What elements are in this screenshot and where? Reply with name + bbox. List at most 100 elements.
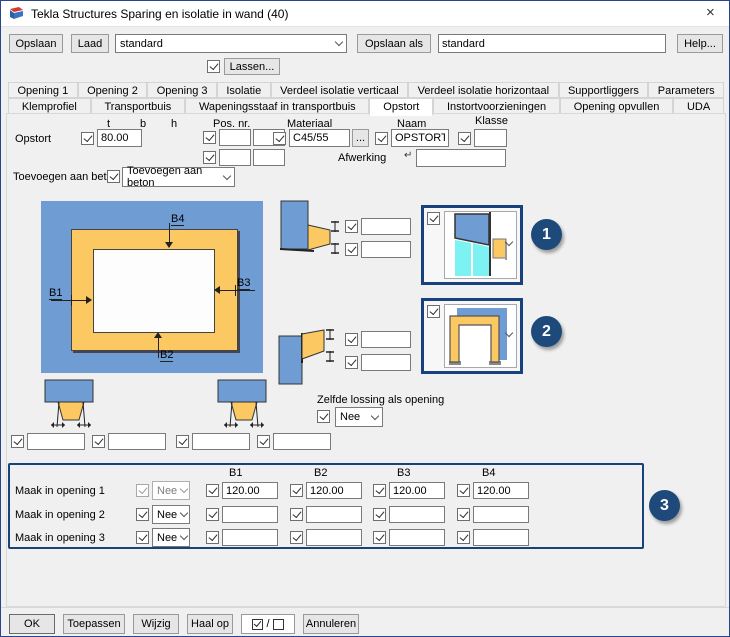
row3-b4-input[interactable] (473, 529, 529, 546)
lossing-type-top-dropdown[interactable] (421, 205, 523, 285)
bottom-g2-input-2[interactable] (273, 433, 331, 450)
opslaan-als-input[interactable] (438, 34, 666, 53)
row2-b4-input[interactable] (473, 506, 529, 523)
afwerking-input[interactable] (416, 149, 506, 167)
row3-b4-checkbox[interactable] (457, 531, 470, 544)
bottom-g1-input-2[interactable] (108, 433, 166, 450)
row1-b4-checkbox[interactable] (457, 484, 470, 497)
help-button[interactable]: Help... (677, 34, 723, 53)
row1-enable-checkbox[interactable] (136, 484, 149, 497)
lossing-top-input-1[interactable] (361, 218, 411, 235)
bottom-g1-checkbox-2[interactable] (92, 435, 105, 448)
bottom-g2-checkbox-2[interactable] (257, 435, 270, 448)
bottom-g1-checkbox-1[interactable] (11, 435, 24, 448)
tab-opstort[interactable]: Opstort (369, 98, 434, 116)
row3-b3-checkbox[interactable] (373, 531, 386, 544)
bottom-g2-checkbox-1[interactable] (176, 435, 189, 448)
toevoegen-checkbox[interactable] (107, 170, 120, 183)
row2-enable-checkbox[interactable] (136, 508, 149, 521)
row2-b1-input[interactable] (222, 506, 278, 523)
row2-b3-checkbox[interactable] (373, 508, 386, 521)
row3-enable-checkbox[interactable] (136, 531, 149, 544)
lossing-top-input-2[interactable] (361, 241, 411, 258)
tab-opening-1[interactable]: Opening 1 (8, 82, 78, 98)
toepassen-button[interactable]: Toepassen (63, 614, 125, 634)
tab-wapeningsstaaf[interactable]: Wapeningsstaaf in transportbuis (185, 98, 370, 114)
zelfde-lossing-checkbox[interactable] (317, 410, 330, 423)
row2-b1-checkbox[interactable] (206, 508, 219, 521)
row2-b3-input[interactable] (389, 506, 445, 523)
lassen-checkbox[interactable] (207, 60, 220, 73)
pos-nr-start2-input[interactable] (253, 149, 285, 166)
opstort-t-input[interactable] (97, 129, 142, 147)
row3-b1-checkbox[interactable] (206, 531, 219, 544)
pos-nr-prefix2-input[interactable] (219, 149, 251, 166)
lossing-top-checkbox-1[interactable] (345, 220, 358, 233)
klasse-checkbox[interactable] (458, 132, 471, 145)
row2-b2-input[interactable] (306, 506, 362, 523)
naam-checkbox[interactable] (375, 132, 388, 145)
bottom-g1-input-1[interactable] (27, 433, 85, 450)
tab-opening-3[interactable]: Opening 3 (147, 82, 217, 98)
opslaan-button[interactable]: Opslaan (9, 34, 63, 53)
tab-opening-opvullen[interactable]: Opening opvullen (559, 98, 674, 114)
row1-b4-input[interactable] (473, 482, 529, 499)
row3-b2-checkbox[interactable] (290, 531, 303, 544)
lossing-bottom-checkbox-1[interactable] (345, 333, 358, 346)
wijzig-button[interactable]: Wijzig (133, 614, 179, 634)
ok-button[interactable]: OK (9, 614, 55, 634)
row1-b3-checkbox[interactable] (373, 484, 386, 497)
bottom-g2-input-1[interactable] (192, 433, 250, 450)
lossing-type-bottom-dropdown[interactable] (421, 298, 523, 374)
row3-combobox[interactable]: Nee (152, 528, 190, 547)
materiaal-checkbox[interactable] (273, 132, 286, 145)
lassen-button[interactable]: Lassen... (224, 58, 280, 75)
row2-combobox[interactable]: Nee (152, 505, 190, 524)
haal-op-button[interactable]: Haal op (187, 614, 233, 634)
pos-nr-checkbox-2[interactable] (203, 151, 216, 164)
tab-parameters[interactable]: Parameters (648, 82, 725, 98)
annuleren-button[interactable]: Annuleren (303, 614, 359, 634)
afwerking-switch-icon[interactable]: ↵ (404, 150, 412, 161)
preset-combobox[interactable]: standard (115, 34, 347, 53)
tab-uda[interactable]: UDA (673, 98, 724, 114)
lossing-bottom-input-2[interactable] (361, 354, 411, 371)
naam-input[interactable] (391, 129, 449, 147)
lossing-top-checkbox-2[interactable] (345, 243, 358, 256)
row1-b1-checkbox[interactable] (206, 484, 219, 497)
row2-b4-checkbox[interactable] (457, 508, 470, 521)
lossing-bottom-input-1[interactable] (361, 331, 411, 348)
row1-combobox[interactable]: Nee (152, 481, 190, 500)
materiaal-input[interactable] (289, 129, 350, 147)
tab-klemprofiel[interactable]: Klemprofiel (8, 98, 91, 114)
lossing-bottom-checkbox-2[interactable] (345, 356, 358, 369)
row1-b1-input[interactable] (222, 482, 278, 499)
row3-b2-input[interactable] (306, 529, 362, 546)
zelfde-lossing-combobox[interactable]: Nee (335, 407, 383, 427)
tab-opening-2[interactable]: Opening 2 (77, 82, 148, 98)
row2-b2-checkbox[interactable] (290, 508, 303, 521)
tab-transportbuis[interactable]: Transportbuis (90, 98, 186, 114)
tab-isolatie[interactable]: Isolatie (216, 82, 271, 98)
lossing-type-top-checkbox[interactable] (427, 212, 440, 225)
row3-b1-input[interactable] (222, 529, 278, 546)
tab-supportliggers[interactable]: Supportliggers (558, 82, 649, 98)
laad-button[interactable]: Laad (71, 34, 109, 53)
toggle-all-checkboxes-button[interactable]: / (241, 614, 295, 634)
lossing-type-bottom-checkbox[interactable] (427, 305, 440, 318)
row1-b3-input[interactable] (389, 482, 445, 499)
pos-nr-prefix-input[interactable] (219, 129, 251, 146)
row3-b3-input[interactable] (389, 529, 445, 546)
opstort-t-checkbox[interactable] (81, 132, 94, 145)
toevoegen-combobox[interactable]: Toevoegen aan beton (122, 165, 235, 189)
tab-instortvoorzieningen[interactable]: Instortvoorzieningen (433, 98, 560, 114)
close-icon[interactable]: × (706, 4, 715, 21)
materiaal-browse-button[interactable]: ... (352, 129, 369, 147)
pos-nr-checkbox-1[interactable] (203, 131, 216, 144)
klasse-input[interactable] (474, 129, 507, 147)
row1-b2-input[interactable] (306, 482, 362, 499)
opslaan-als-button[interactable]: Opslaan als (357, 34, 431, 53)
row1-b2-checkbox[interactable] (290, 484, 303, 497)
tab-verdeel-isolatie-horizontaal[interactable]: Verdeel isolatie horizontaal (408, 82, 559, 98)
tab-verdeel-isolatie-verticaal[interactable]: Verdeel isolatie verticaal (270, 82, 409, 98)
